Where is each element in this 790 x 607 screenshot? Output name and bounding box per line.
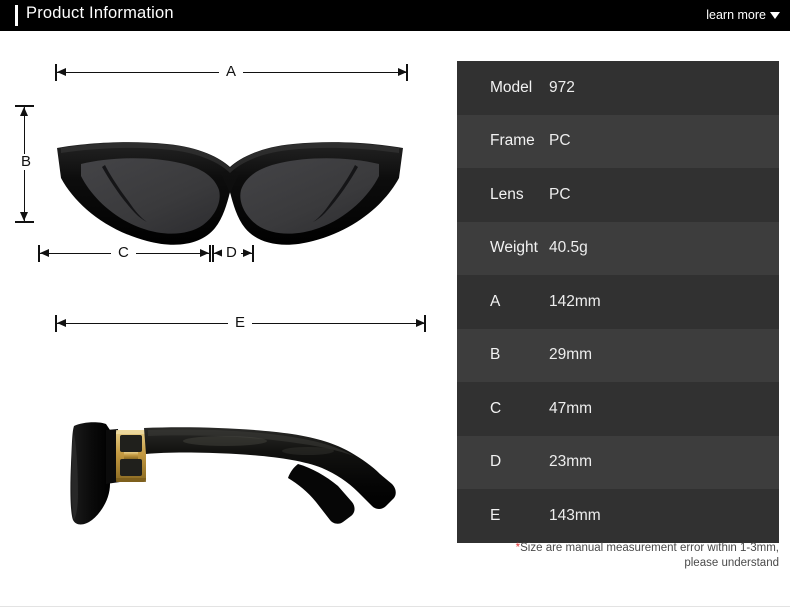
table-row: Frame PC: [457, 114, 779, 168]
table-row: B 29mm: [457, 328, 779, 382]
spec-value: 972: [549, 78, 575, 96]
dimension-b-label: B: [14, 154, 39, 170]
table-row: E 143mm: [457, 489, 779, 543]
diagram-panel: A B C D E: [0, 31, 455, 606]
note-line-1: Size are manual measurement error within…: [520, 542, 779, 554]
measurement-note: *Size are manual measurement error withi…: [457, 541, 779, 571]
dimension-e-label: E: [228, 315, 253, 331]
table-row: D 23mm: [457, 435, 779, 489]
spec-value: 29mm: [549, 346, 593, 364]
page-header: Product Information learn more: [0, 0, 790, 31]
spec-value: PC: [549, 132, 571, 150]
spec-key: B: [490, 346, 501, 364]
chevron-down-icon: [770, 11, 780, 19]
table-row: Lens PC: [457, 168, 779, 222]
dimension-a-label: A: [219, 64, 244, 80]
product-information-page: Product Information learn more A B C D E…: [0, 0, 790, 607]
spec-value: 142mm: [549, 292, 601, 310]
table-row: Weight 40.5g: [457, 221, 779, 275]
learn-more-button[interactable]: learn more: [706, 8, 780, 22]
note-line-2: please understand: [684, 557, 779, 569]
spec-key: Model: [490, 78, 533, 96]
learn-more-label: learn more: [706, 8, 766, 22]
spec-key: E: [490, 506, 501, 524]
spec-key: D: [490, 453, 502, 471]
spec-key: Frame: [490, 132, 535, 150]
page-title: Product Information: [26, 4, 174, 22]
spec-key: A: [490, 292, 501, 310]
spec-value: 23mm: [549, 453, 593, 471]
sunglasses-side-view: [40, 386, 430, 531]
spec-value: 40.5g: [549, 239, 588, 257]
table-row: Model 972: [457, 61, 779, 115]
sunglasses-front-view: [55, 134, 405, 256]
specification-table: Model 972 Frame PC Lens PC Weight 40.5g …: [457, 61, 779, 543]
header-accent-bar: [15, 5, 18, 26]
spec-key: C: [490, 399, 502, 417]
spec-key: Lens: [490, 185, 524, 203]
spec-value: 143mm: [549, 506, 601, 524]
table-row: C 47mm: [457, 382, 779, 436]
spec-value: 47mm: [549, 399, 593, 417]
spec-value: PC: [549, 185, 571, 203]
spec-key: Weight: [490, 239, 538, 257]
table-row: A 142mm: [457, 275, 779, 329]
